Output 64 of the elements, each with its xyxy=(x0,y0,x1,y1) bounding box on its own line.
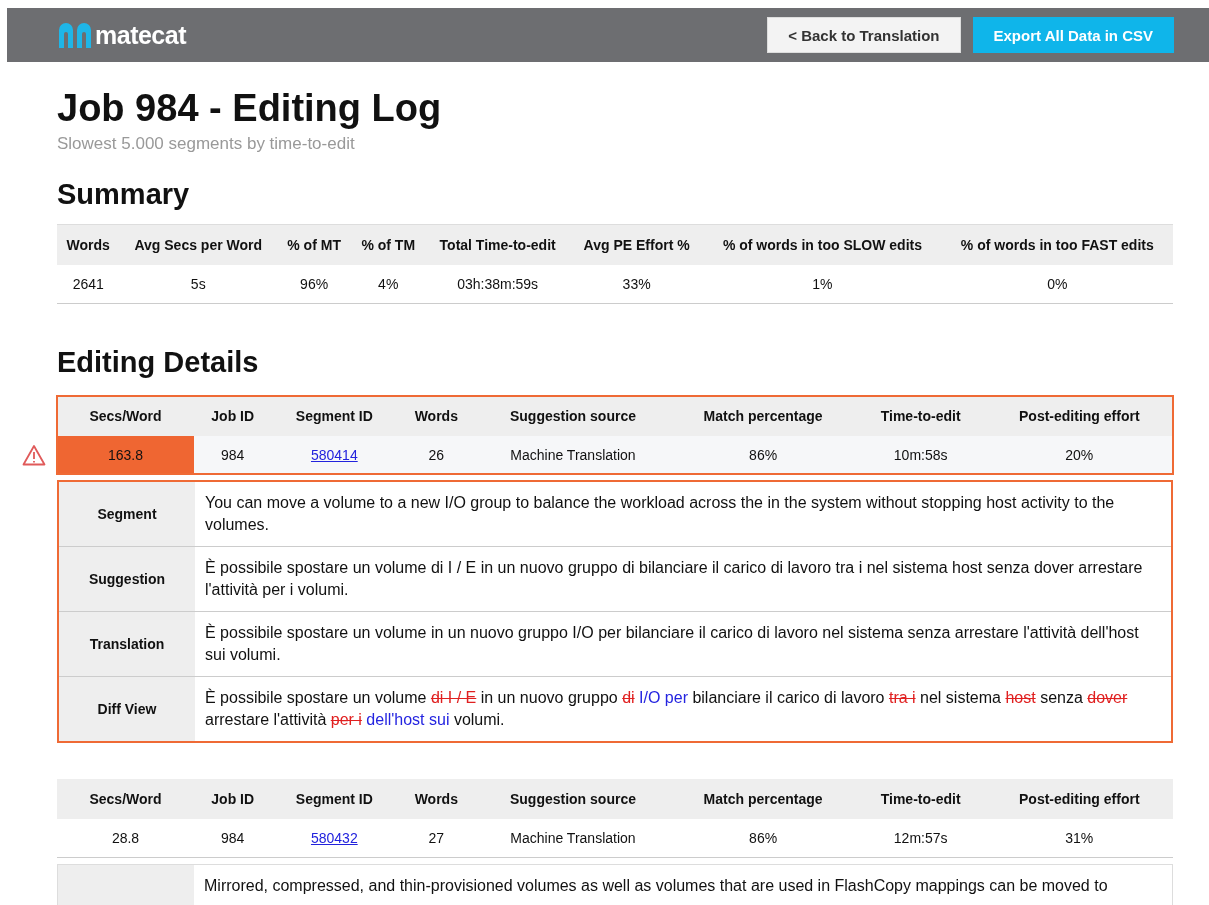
column-header: % of words in too SLOW edits xyxy=(703,224,942,265)
table-cell: 33% xyxy=(570,265,704,304)
row-label: Suggestion xyxy=(59,547,195,611)
column-header: Segment ID xyxy=(271,779,398,819)
column-header: Suggestion source xyxy=(475,779,671,819)
column-header: Avg PE Effort % xyxy=(570,224,704,265)
table-cell: Machine Translation xyxy=(475,436,671,474)
table-cell: 4% xyxy=(351,265,426,304)
segment-text: You can move a volume to a new I/O group to balance the workload across the in the system without stopping host activity to the volumes. xyxy=(204,493,1116,535)
back-button[interactable]: < Back to Translation xyxy=(767,17,961,53)
diff-text: È possibile spostare un volume di I / E in un nuovo gruppo di I/O per bilanciare il carico di lavoro tra i nel sistema host senza dover arrestare l'attività per i dell'host sui volumi. xyxy=(204,687,1129,730)
table-cell: 27 xyxy=(397,819,476,858)
section-heading: Editing Details xyxy=(57,345,260,380)
column-header: Segment ID xyxy=(271,396,398,436)
segment-link[interactable]: 580414 xyxy=(310,447,358,463)
row-label: Segment xyxy=(59,482,195,546)
column-header: Time-to-edit xyxy=(855,779,986,819)
table-cell: 12m:57s xyxy=(855,819,986,858)
table-cell: 28.8 xyxy=(57,819,194,858)
column-header: Match percentage xyxy=(670,779,856,819)
column-header: Secs/Word xyxy=(57,396,194,436)
page-subtitle: Slowest 5.000 segments by time-to-edit xyxy=(57,134,356,154)
table-cell: 86% xyxy=(670,436,856,474)
column-header: Job ID xyxy=(194,396,272,436)
column-header: % of words in too FAST edits xyxy=(941,224,1173,265)
table-cell: 5s xyxy=(119,265,278,304)
table-cell: 163.8 xyxy=(57,436,194,474)
column-header: Match percentage xyxy=(670,396,856,436)
column-header: Words xyxy=(397,779,476,819)
row-label: Diff View xyxy=(59,677,195,741)
segment-text: È possibile spostare un volume in un nuovo gruppo I/O per bilanciare il carico di lavoro nel sistema senza arrestare l'attività dell'host sui volumi. xyxy=(204,622,1140,665)
column-header: Job ID xyxy=(194,779,272,819)
segment-text: È possibile spostare un volume di I / E in un nuovo gruppo di bilanciare il carico di lavoro tra i nel sistema host senza dover arrestare l'attività per i volumi. xyxy=(204,557,1144,600)
table-cell: 2641 xyxy=(57,265,120,304)
page-title: Job 984 - Editing Log xyxy=(57,86,443,131)
table-cell: 1% xyxy=(703,265,942,304)
logo-icon xyxy=(57,22,93,48)
column-header: Total Time-to-edit xyxy=(425,224,570,265)
column-header: Secs/Word xyxy=(57,779,194,819)
section-heading: Summary xyxy=(57,177,191,212)
column-header: Avg Secs per Word xyxy=(119,224,278,265)
table-cell: 984 xyxy=(194,436,272,474)
column-header: Post-editing effort xyxy=(985,396,1173,436)
column-header: Time-to-edit xyxy=(855,396,986,436)
table-cell: 26 xyxy=(397,436,476,474)
row-label: Translation xyxy=(59,612,195,676)
column-header: % of TM xyxy=(351,224,426,265)
table-cell: 31% xyxy=(985,819,1173,858)
segment-text: Mirrored, compressed, and thin-provisioned volumes as well as volumes that are used in FlashCopy mappings can be moved to xyxy=(203,876,1109,896)
column-header: Post-editing effort xyxy=(985,779,1173,819)
table-cell: 984 xyxy=(194,819,272,858)
logo-text: matecat xyxy=(95,23,186,48)
column-header: % of MT xyxy=(277,224,352,265)
column-header: Suggestion source xyxy=(475,396,671,436)
segment-link[interactable]: 580432 xyxy=(310,830,358,846)
table-cell: 03h:38m:59s xyxy=(425,265,570,304)
table-cell: 10m:58s xyxy=(855,436,986,474)
table-cell: 0% xyxy=(941,265,1173,304)
table-cell: Machine Translation xyxy=(475,819,671,858)
table-cell: 96% xyxy=(277,265,352,304)
table-cell: 86% xyxy=(670,819,856,858)
column-header: Words xyxy=(397,396,476,436)
table-cell: 20% xyxy=(985,436,1173,474)
column-header: Words xyxy=(57,224,120,265)
